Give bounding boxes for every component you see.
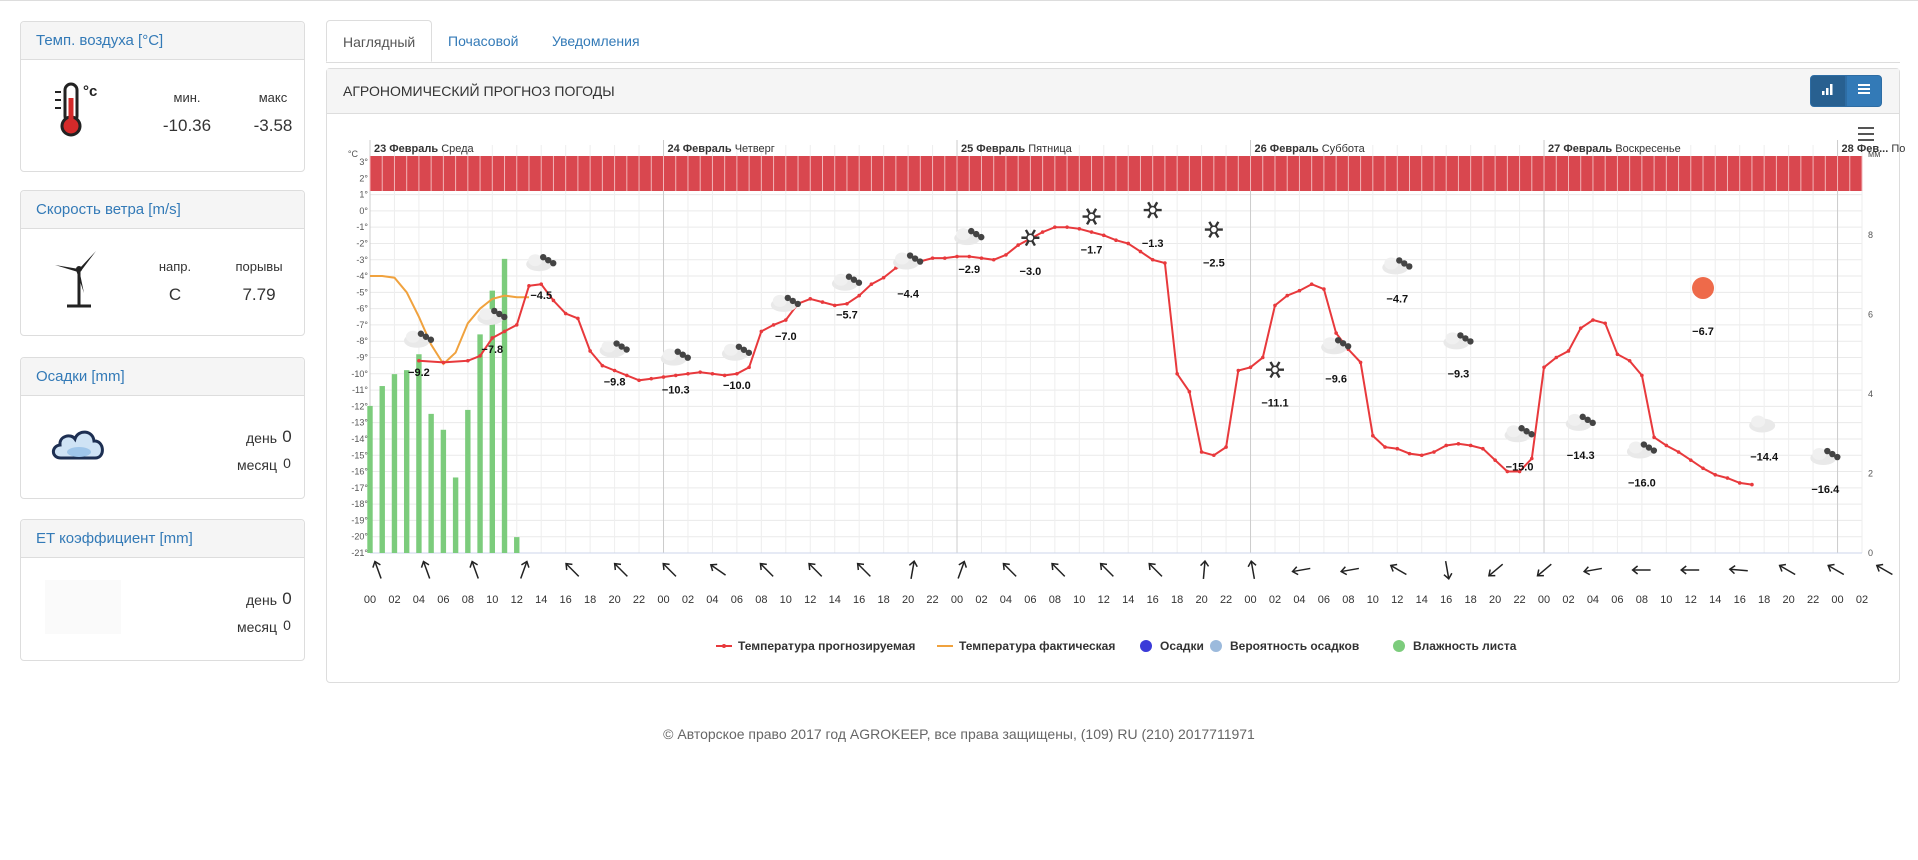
wind-gust-label: порывы [235,259,283,274]
list-icon [1857,82,1871,101]
temperature-widget: Темп. воздуха [°C] °c мин. макс -10.36 -… [20,21,305,172]
forecast-title: АГРОНОМИЧЕСКИЙ ПРОГНОЗ ПОГОДЫ [343,83,615,99]
table-view-button[interactable] [1846,75,1882,107]
precip-day-value: 0 [282,427,292,446]
et-day-label: день [246,592,277,608]
copyright-footer: © Авторское право 2017 год AGROKEEP, все… [663,726,1255,742]
thermometer-icon: °c [51,82,107,143]
wind-gust-value: 7.79 [242,285,276,304]
precip-month-label: месяц [236,457,277,473]
et-month-value: 0 [283,617,291,633]
temp-min-value: -10.36 [162,116,212,135]
et-image-placeholder [45,580,121,634]
bar-chart-icon [1821,82,1835,101]
et-day-value: 0 [282,589,292,608]
chart-view-button[interactable] [1810,75,1846,107]
top-border [0,0,1918,1]
cloud-icon [49,424,109,469]
wind-turbine-icon [51,247,101,314]
wind-direction-label: напр. [158,259,192,274]
temp-max-value: -3.58 [253,116,293,135]
temperature-title: Темп. воздуха [°C] [21,22,304,60]
view-tabs: Наглядный Почасовой Уведомления [326,20,1900,63]
tab-visual[interactable]: Наглядный [326,20,433,62]
precip-day-label: день [246,430,277,446]
tab-notifications[interactable]: Уведомления [536,20,656,62]
et-title: ET коэффициент [mm] [21,520,304,558]
et-month-label: месяц [236,619,277,635]
precip-month-value: 0 [283,455,291,471]
svg-text:°c: °c [83,83,97,100]
temp-max-label: макс [258,90,288,105]
precipitation-widget: Осадки [mm] день 0 месяц 0 [20,357,305,499]
et-widget: ET коэффициент [mm] день 0 месяц 0 [20,519,305,661]
wind-title: Скорость ветра [m/s] [21,191,304,229]
temp-min-label: мин. [173,90,201,105]
wind-direction-value: С [168,285,182,304]
precipitation-title: Осадки [mm] [21,358,304,396]
tab-hourly[interactable]: Почасовой [432,20,534,62]
wind-widget: Скорость ветра [m/s] напр. порывы С 7.79 [20,190,305,336]
forecast-panel: АГРОНОМИЧЕСКИЙ ПРОГНОЗ ПОГОДЫ [326,68,1900,683]
